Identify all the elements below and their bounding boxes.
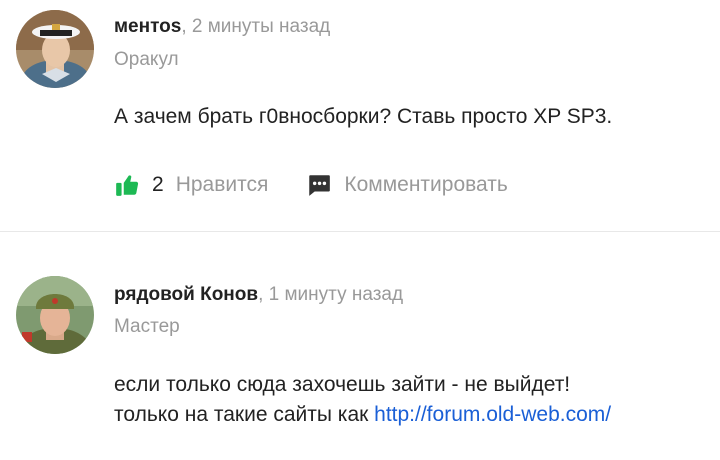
like-count: 2 — [152, 173, 164, 196]
author-name[interactable]: рядовой Конов — [114, 284, 258, 305]
answer-text-line: только на такие сайты как http://forum.o… — [114, 400, 704, 430]
avatar-image — [16, 276, 94, 354]
answer-text: А зачем брать г0вносборки? Ставь просто … — [114, 105, 613, 128]
author-rank: Оракул — [114, 49, 179, 70]
answer-time: 2 минуты назад — [191, 16, 331, 37]
comment-label: Комментировать — [344, 173, 508, 196]
answer-meta: ментоs, 2 минуты назад — [114, 16, 330, 38]
like-label: Нравится — [175, 173, 269, 196]
meta-separator: , — [258, 284, 264, 305]
avatar[interactable] — [16, 10, 94, 88]
answer-link[interactable]: http://forum.old-web.com/ — [374, 403, 611, 426]
like-button[interactable]: 2 Нравится — [114, 172, 268, 198]
answers-feed: ментоs, 2 минуты назад Оракул А зачем бр… — [0, 0, 720, 460]
answer-text-fragment: только на такие сайты как — [114, 403, 375, 426]
comment-button[interactable]: Комментировать — [306, 172, 508, 198]
meta-separator: , — [181, 16, 187, 37]
avatar[interactable] — [16, 276, 94, 354]
answer-text: если только сюда захочешь зайти - не вый… — [114, 370, 704, 430]
answer-meta: рядовой Конов, 1 минуту назад — [114, 284, 403, 306]
answer-item: ментоs, 2 минуты назад Оракул А зачем бр… — [0, 0, 720, 231]
author-rank: Мастер — [114, 316, 180, 337]
answer-time: 1 минуту назад — [268, 284, 404, 305]
answer-actions: 2 Нравится Комментировать — [114, 170, 508, 200]
thumbs-up-icon — [116, 175, 139, 196]
author-name[interactable]: ментоs — [114, 16, 181, 37]
answer-text-line: если только сюда захочешь зайти - не вый… — [114, 373, 571, 396]
answer-item: рядовой Конов, 1 минуту назад Мастер есл… — [0, 232, 720, 460]
comment-icon — [309, 175, 331, 196]
avatar-image — [16, 10, 94, 88]
